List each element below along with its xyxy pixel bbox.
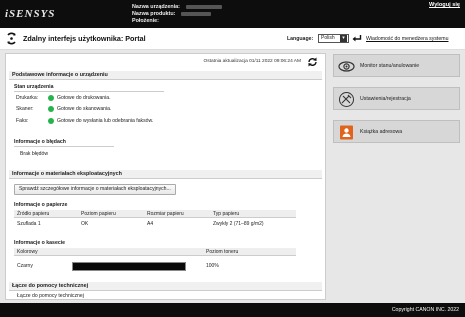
consumables-details-button[interactable]: Sprawdź szczegółowe informacje o materia… [14,184,176,195]
side-menu-monitor[interactable]: Monitor stanu/anulowanie [333,54,460,77]
device-name-label: Nazwa urządzenia: [132,4,180,10]
brand-logo: iSENSYS [5,8,56,20]
language-select-value: Polish [321,35,335,41]
paper-level-cell: OK [81,221,89,227]
status-label: Faks: [16,118,29,124]
paper-table-header: Źródło papieru Poziom papieru Rozmiar pa… [14,210,296,218]
logout-link[interactable]: Wyloguj się [429,2,460,8]
support-heading: Łącze do pomocy technicznej [9,282,322,291]
support-link[interactable]: Łącze do pomocy technicznej [17,293,84,299]
status-text: Gotowe do wysłania lub odebrania faksów. [57,118,154,124]
location-label: Położenie: [132,18,159,24]
device-name-value-redacted [185,4,222,9]
divider [14,146,114,147]
address-book-icon [340,125,353,140]
product-name-label: Nazwa produktu: [132,11,176,17]
status-ok-icon [48,106,54,112]
status-ok-icon [48,118,54,124]
last-update-text: Ostatnia aktualizacja 01/11 2022 09:06:2… [203,59,301,64]
product-name-value-redacted [181,11,212,16]
cartridge-table-header: Kolorowy Poziom toneru [14,248,296,256]
column-header: Rozmiar papieru [147,211,184,217]
consumables-heading: Informacje o materiałach eksploatacyjnyc… [9,170,322,179]
page-title: Zdalny interfejs użytkownika: Portal [23,34,146,43]
portal-icon [7,32,16,45]
title-bar: Zdalny interfejs użytkownika: Portal Lan… [0,28,465,50]
device-status-heading: Stan urządzenia [14,84,54,90]
settings-icon [339,92,354,107]
paper-source-cell: Szuflada 1 [17,221,41,227]
column-header: Źródło papieru [17,211,50,217]
side-menu-label: Monitor stanu/anulowanie [360,63,420,69]
side-menu-label: Książka adresowa [360,129,403,135]
language-label: Language: [287,36,314,42]
errors-heading: Informacje o błędach [14,139,66,145]
cartridge-color-cell: Czarny [17,263,33,269]
copyright-text: Copyright CANON INC. 2022 [391,307,459,313]
basic-info-heading: Podstawowe informacje o urządzeniu [9,71,322,80]
toner-level-bar [72,262,186,271]
paper-size-cell: A4 [147,221,154,227]
paper-info-heading: Informacje o papierze [14,202,68,208]
status-text: Gotowe do drukowania. [57,95,111,101]
footer: Copyright CANON INC. 2022 [0,303,465,317]
chevron-down-icon: ▾ [340,35,347,42]
side-menu-label: Ustawienia/rejestracja [360,96,411,102]
column-header: Typ papieru [213,211,240,217]
toner-level-text: 100% [206,263,219,269]
side-menu-address-book[interactable]: Książka adresowa [333,120,460,143]
status-ok-icon [48,95,54,101]
status-text: Gotowe do skanowania. [57,106,112,112]
status-label: Skaner: [16,106,34,112]
admin-message-link[interactable]: Wiadomość do menedżera systemu [366,36,448,42]
top-header: iSENSYS Nazwa urządzenia: Nazwa produktu… [0,0,465,28]
paper-type-cell: Zwykły 2 (71–89 g/m2) [213,221,264,227]
divider [14,91,164,92]
device-info: Nazwa urządzenia: Nazwa produktu: Położe… [132,4,222,25]
monitor-eye-icon [338,61,355,72]
info-panel: Ostatnia aktualizacja 01/11 2022 09:06:2… [5,53,326,300]
column-header: Poziom toneru [206,249,239,255]
errors-text: Brak błędów [20,151,49,157]
language-select[interactable]: Polish ▾ [318,34,349,43]
cartridge-info-heading: Informacje o kasecie [14,240,66,246]
enter-arrow-icon[interactable] [352,34,362,43]
main-area: Ostatnia aktualizacja 01/11 2022 09:06:2… [0,50,465,303]
refresh-icon[interactable] [307,57,318,67]
column-header: Poziom papieru [81,211,116,217]
status-label: Drukarka: [16,95,39,101]
side-menu-settings[interactable]: Ustawienia/rejestracja [333,87,460,110]
column-header: Kolorowy [17,249,38,255]
